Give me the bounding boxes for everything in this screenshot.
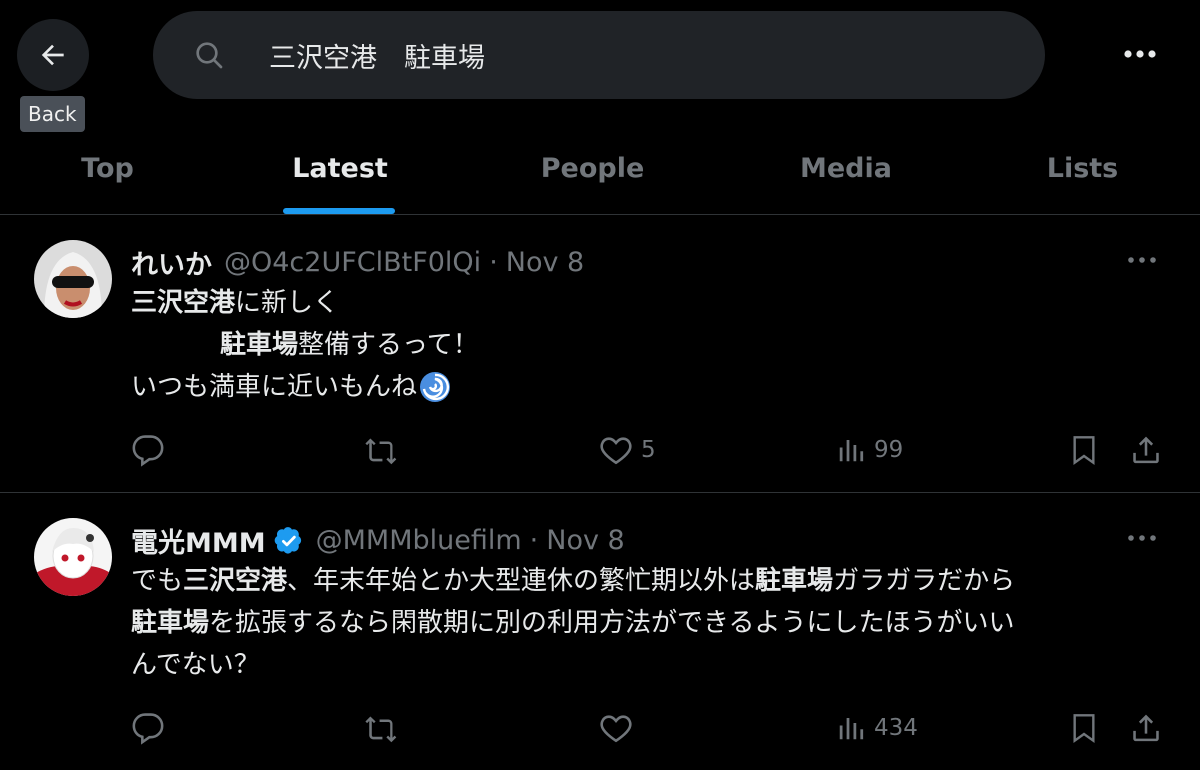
retweet-icon bbox=[365, 438, 397, 465]
page: Back Top Latest People Media Lists bbox=[0, 0, 1200, 770]
tweet-text: でも三沢空港、年末年始とか大型連休の繁忙期以外は駐車場ガラガラだから 駐車場を拡… bbox=[131, 560, 1161, 686]
tab-top[interactable]: Top bbox=[0, 122, 215, 214]
tweet[interactable]: 電光MMM @MMMbluefilm · Nov 8 でも三沢空港、年末年始とか… bbox=[0, 493, 1200, 770]
highlight: 三沢空港 bbox=[183, 566, 288, 596]
highlight: 駐車場 bbox=[131, 608, 210, 638]
views-button[interactable]: 99 bbox=[836, 430, 903, 470]
author-handle[interactable]: @O4c2UFClBtF0lQi bbox=[224, 247, 481, 278]
search-icon bbox=[193, 38, 227, 72]
tab-latest[interactable]: Latest bbox=[230, 122, 450, 214]
text: ガラガラだから bbox=[833, 566, 1016, 596]
views-icon bbox=[839, 440, 864, 462]
tweet-date[interactable]: Nov 8 bbox=[506, 247, 584, 278]
avatar[interactable] bbox=[34, 240, 112, 318]
like-count: 5 bbox=[641, 437, 656, 463]
text: を拡張するなら閑散期に別の利用方法ができるようにしたほうがいい bbox=[209, 608, 1015, 638]
bookmark-button[interactable] bbox=[1068, 708, 1100, 748]
verified-badge-icon bbox=[274, 526, 304, 556]
arrow-left-icon bbox=[41, 44, 64, 66]
tweet-header: 電光MMM @MMMbluefilm · Nov 8 bbox=[131, 521, 625, 560]
more-options-icon[interactable] bbox=[1120, 36, 1160, 72]
views-icon bbox=[839, 718, 864, 740]
highlight: 駐車場 bbox=[220, 330, 299, 360]
bookmark-button[interactable] bbox=[1068, 430, 1100, 470]
reply-button[interactable] bbox=[131, 708, 165, 748]
highlight: 三沢空港 bbox=[131, 288, 236, 318]
reply-button[interactable] bbox=[131, 430, 165, 470]
more-icon[interactable] bbox=[1124, 245, 1160, 275]
share-button[interactable] bbox=[1129, 708, 1163, 748]
tab-lists[interactable]: Lists bbox=[975, 122, 1190, 214]
active-tab-indicator bbox=[283, 208, 395, 214]
text: 整備するって！ bbox=[298, 330, 479, 360]
retweet-button[interactable] bbox=[363, 708, 399, 748]
like-button[interactable] bbox=[599, 708, 633, 748]
back-button[interactable] bbox=[17, 19, 89, 91]
author-handle[interactable]: @MMMbluefilm bbox=[316, 525, 522, 556]
retweet-button[interactable] bbox=[363, 430, 399, 470]
share-icon bbox=[1133, 714, 1159, 742]
heart-icon bbox=[600, 437, 632, 465]
like-button[interactable]: 5 bbox=[599, 430, 656, 470]
tweet-text: 三沢空港に新しく 駐車場整備するって！ いつも満車に近いもんね bbox=[131, 282, 1161, 408]
highlight: 駐車場 bbox=[755, 566, 834, 596]
separator-dot: · bbox=[529, 525, 539, 556]
tab-people[interactable]: People bbox=[480, 122, 705, 214]
reply-icon bbox=[132, 713, 164, 745]
heart-icon bbox=[600, 715, 632, 743]
tweet-header: れいか @O4c2UFClBtF0lQi · Nov 8 bbox=[131, 243, 584, 282]
share-icon bbox=[1133, 436, 1159, 464]
search-tabs: Top Latest People Media Lists bbox=[0, 122, 1200, 215]
avatar[interactable] bbox=[34, 518, 112, 596]
tab-media[interactable]: Media bbox=[735, 122, 957, 214]
views-button[interactable]: 434 bbox=[836, 708, 918, 748]
text: 、年末年始とか大型連休の繁忙期以外は bbox=[287, 566, 756, 596]
tweet-actions: 5 99 bbox=[0, 430, 1200, 470]
author-name[interactable]: 電光MMM bbox=[131, 521, 266, 560]
separator-dot: · bbox=[489, 247, 498, 278]
retweet-icon bbox=[365, 716, 397, 743]
tweet-actions: 434 bbox=[0, 708, 1200, 748]
bookmark-icon bbox=[1073, 436, 1095, 465]
cyclone-emoji bbox=[420, 372, 451, 402]
text: に新しく bbox=[235, 288, 340, 318]
text: でも bbox=[131, 566, 184, 596]
more-icon[interactable] bbox=[1124, 523, 1160, 553]
view-count: 99 bbox=[874, 437, 904, 463]
text: いつも満車に近いもんね bbox=[131, 372, 418, 402]
author-name[interactable]: れいか bbox=[131, 243, 212, 282]
text: んでない？ bbox=[131, 650, 260, 680]
tweet-date[interactable]: Nov 8 bbox=[546, 525, 624, 556]
tweet[interactable]: れいか @O4c2UFClBtF0lQi · Nov 8 三沢空港に新しく 駐車… bbox=[0, 215, 1200, 493]
bookmark-icon bbox=[1073, 714, 1095, 743]
reply-icon bbox=[132, 435, 164, 467]
search-bar[interactable] bbox=[153, 11, 1045, 99]
share-button[interactable] bbox=[1129, 430, 1163, 470]
search-input[interactable] bbox=[267, 38, 991, 72]
view-count: 434 bbox=[874, 715, 918, 741]
